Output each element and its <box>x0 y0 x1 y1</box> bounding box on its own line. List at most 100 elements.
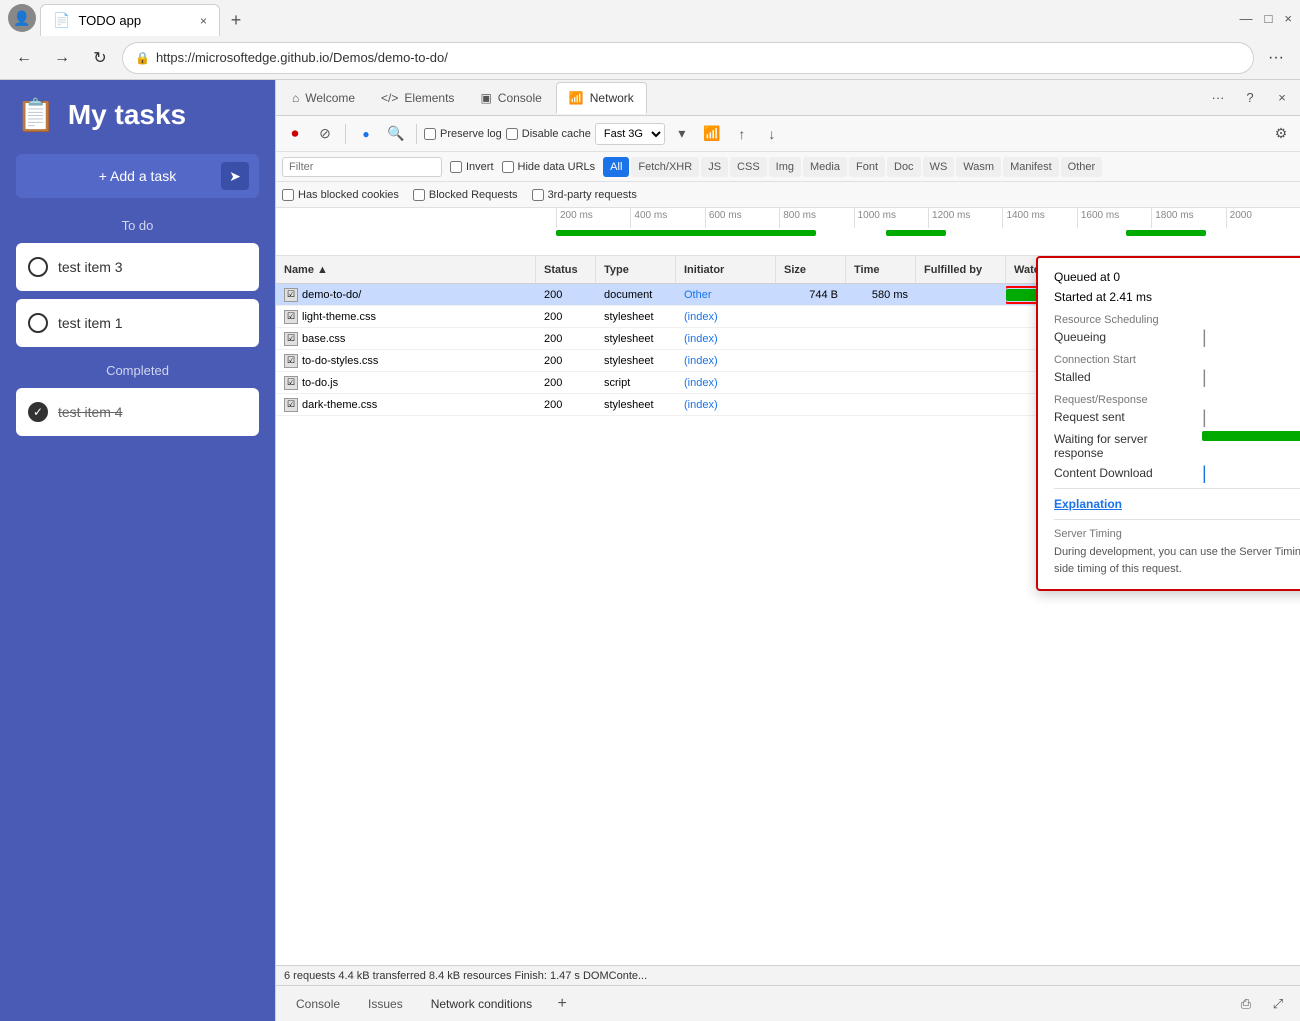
bottom-tab-new[interactable]: + <box>548 990 576 1018</box>
devtools-close-button[interactable]: × <box>1268 84 1296 112</box>
throttle-dropdown[interactable]: ▾ <box>669 121 695 147</box>
td-initiator-3[interactable]: (index) <box>676 350 776 371</box>
column-fulfilled[interactable]: Fulfilled by <box>916 256 1006 283</box>
third-party-label[interactable]: 3rd-party requests <box>532 189 637 201</box>
column-status[interactable]: Status <box>536 256 596 283</box>
preserve-log-label[interactable]: Preserve log <box>424 128 502 140</box>
timing-divider-2 <box>1054 519 1300 520</box>
filter-font[interactable]: Font <box>849 157 885 177</box>
hide-data-urls-label[interactable]: Hide data URLs <box>502 161 596 173</box>
wifi-icon[interactable]: 📶 <box>699 121 725 147</box>
td-time-2 <box>846 328 916 349</box>
filter-input[interactable] <box>282 157 442 177</box>
invert-checkbox[interactable] <box>450 161 462 173</box>
throttle-select[interactable]: Fast 3G <box>595 123 665 145</box>
column-type[interactable]: Type <box>596 256 676 283</box>
todo-icon: 📋 <box>16 96 56 134</box>
dock-icon[interactable]: ⎙ <box>1232 990 1260 1018</box>
td-initiator-2[interactable]: (index) <box>676 328 776 349</box>
maximize-button[interactable]: □ <box>1265 11 1273 26</box>
blocked-requests-label[interactable]: Blocked Requests <box>413 189 518 201</box>
filter-media[interactable]: Media <box>803 157 847 177</box>
add-task-button[interactable]: + Add a task ➤ <box>16 154 259 198</box>
bottom-tab-console[interactable]: Console <box>284 990 352 1018</box>
td-initiator-4[interactable]: (index) <box>676 372 776 393</box>
record-indicator[interactable]: ● <box>353 121 379 147</box>
disable-cache-checkbox[interactable] <box>506 128 518 140</box>
timeline-green-bar-1 <box>556 230 816 236</box>
back-button[interactable]: ← <box>8 42 40 74</box>
completed-task-item-0[interactable]: ✓ test item 4 <box>16 388 259 436</box>
filter-wasm[interactable]: Wasm <box>956 157 1001 177</box>
stalled-tick: | <box>1202 367 1207 388</box>
preserve-log-checkbox[interactable] <box>424 128 436 140</box>
navigation-bar: ← → ↻ 🔒 https://microsoftedge.github.io/… <box>0 36 1300 80</box>
td-initiator-5[interactable]: (index) <box>676 394 776 415</box>
filter-all[interactable]: All <box>603 157 629 177</box>
explanation-link[interactable]: Explanation <box>1054 497 1122 511</box>
devtools-more-button[interactable]: ··· <box>1204 84 1232 112</box>
td-initiator-0[interactable]: Other <box>676 284 776 305</box>
blocked-requests-checkbox[interactable] <box>413 189 425 201</box>
profile-icon[interactable]: 👤 <box>8 4 36 32</box>
tab-console[interactable]: ▣ Console <box>468 82 553 114</box>
filter-doc[interactable]: Doc <box>887 157 921 177</box>
tab-network[interactable]: 📶 Network <box>556 82 647 114</box>
forward-button[interactable]: → <box>46 42 78 74</box>
record-button[interactable]: ⏺ <box>282 121 308 147</box>
mark-600: 600 ms <box>705 208 779 228</box>
filter-ws[interactable]: WS <box>923 157 955 177</box>
blocked-cookies-checkbox[interactable] <box>282 189 294 201</box>
bottom-tab-issues[interactable]: Issues <box>356 990 415 1018</box>
refresh-button[interactable]: ↻ <box>84 42 116 74</box>
bottom-tab-network-conditions[interactable]: Network conditions <box>419 990 544 1018</box>
tab-elements[interactable]: </> Elements <box>369 82 466 114</box>
close-button[interactable]: × <box>1284 11 1292 26</box>
task-checkbox-1[interactable] <box>28 313 48 333</box>
filter-manifest[interactable]: Manifest <box>1003 157 1059 177</box>
browser-more-button[interactable]: ··· <box>1260 42 1292 74</box>
network-table[interactable]: Name ▲ Status Type Initiator Size Time F… <box>276 256 1300 965</box>
expand-icon[interactable]: ⤢ <box>1264 990 1292 1018</box>
task-item-1[interactable]: test item 1 <box>16 299 259 347</box>
tab-close-button[interactable]: × <box>200 14 207 28</box>
td-type-0: document <box>596 284 676 305</box>
filter-fetch-xhr[interactable]: Fetch/XHR <box>631 157 699 177</box>
devtools-help-button[interactable]: ? <box>1236 84 1264 112</box>
settings-cog-button[interactable]: ⚙ <box>1268 121 1294 147</box>
blocked-cookies-label[interactable]: Has blocked cookies <box>282 189 399 201</box>
task-checkbox-0[interactable] <box>28 257 48 277</box>
mark-1600: 1600 ms <box>1077 208 1151 228</box>
column-time[interactable]: Time <box>846 256 916 283</box>
filter-css[interactable]: CSS <box>730 157 767 177</box>
disable-cache-label[interactable]: Disable cache <box>506 128 591 140</box>
tab-welcome[interactable]: ⌂ Welcome <box>280 82 367 114</box>
search-network-button[interactable]: 🔍 <box>383 121 409 147</box>
address-bar[interactable]: 🔒 https://microsoftedge.github.io/Demos/… <box>122 42 1254 74</box>
new-tab-button[interactable]: + <box>220 4 252 36</box>
filter-other[interactable]: Other <box>1061 157 1103 177</box>
column-initiator[interactable]: Initiator <box>676 256 776 283</box>
export-button[interactable]: ↓ <box>759 121 785 147</box>
column-size[interactable]: Size <box>776 256 846 283</box>
task-item-0[interactable]: test item 3 <box>16 243 259 291</box>
td-initiator-1[interactable]: (index) <box>676 306 776 327</box>
minimize-button[interactable]: — <box>1240 11 1253 26</box>
completed-task-checkbox-0[interactable]: ✓ <box>28 402 48 422</box>
filter-img[interactable]: Img <box>769 157 801 177</box>
active-tab[interactable]: 📄 TODO app × <box>40 4 220 36</box>
add-task-arrow-icon: ➤ <box>221 162 249 190</box>
third-party-text: 3rd-party requests <box>548 189 637 201</box>
hide-data-urls-checkbox[interactable] <box>502 161 514 173</box>
timeline-area[interactable]: 200 ms 400 ms 600 ms 800 ms 1000 ms 1200… <box>276 208 1300 256</box>
third-party-checkbox[interactable] <box>532 189 544 201</box>
import-button[interactable]: ↑ <box>729 121 755 147</box>
td-name-2: ☑ base.css <box>276 328 536 349</box>
filter-js[interactable]: JS <box>701 157 728 177</box>
blocked-requests-text: Blocked Requests <box>429 189 518 201</box>
clear-button[interactable]: ⊘ <box>312 121 338 147</box>
timing-popup: Queued at 0 Started at 2.41 ms Resource … <box>1036 256 1300 591</box>
column-name[interactable]: Name ▲ <box>276 256 536 283</box>
invert-label[interactable]: Invert <box>450 161 494 173</box>
request-sent-bar: | <box>1202 411 1300 423</box>
